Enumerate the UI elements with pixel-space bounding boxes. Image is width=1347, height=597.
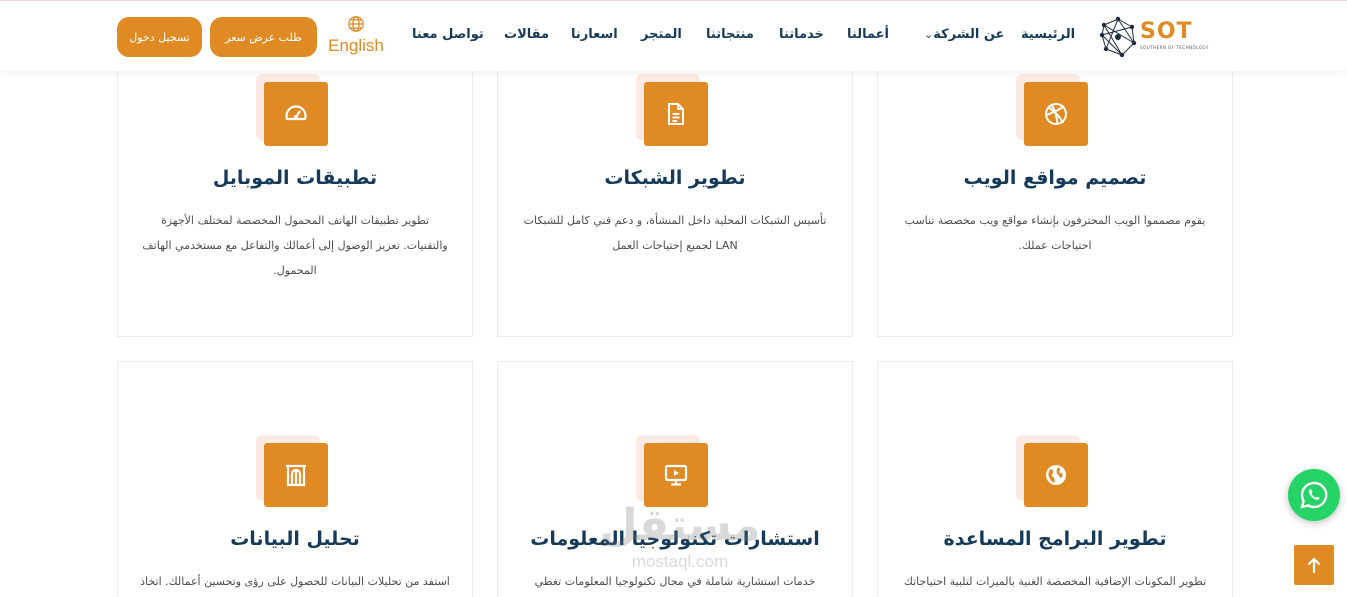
service-title: تطوير البرامج المساعدة (943, 528, 1167, 550)
service-card[interactable]: تطبيقات الموبايل تطوير تطبيقات الهاتف ال… (117, 40, 473, 337)
service-card[interactable]: تحليل البيانات استفد من تحليلات البيانات… (117, 361, 473, 597)
site-header: SOT SOUTHERN OF TECHNOLOGY الرئيسية ⌄عن … (0, 0, 1347, 71)
service-title: استشارات تكنولوجيا المعلومات (530, 528, 820, 550)
service-description: تطوير تطبيقات الهاتف المحمول المخصصة لمخ… (142, 214, 448, 277)
service-icon-wrap (636, 435, 708, 507)
arrow-up-icon (1307, 557, 1321, 574)
logo-subtext: SOUTHERN OF TECHNOLOGY (1140, 45, 1209, 50)
nav-pricing[interactable]: اسعارنا (571, 27, 618, 42)
service-icon-box (1024, 443, 1088, 507)
building-icon (286, 464, 306, 487)
service-title: تصميم مواقع الويب (963, 167, 1147, 189)
service-icon-wrap (1016, 435, 1088, 507)
nav-contact[interactable]: تواصل معنا (412, 27, 484, 42)
nav-about-chevron-icon: ⌄ (924, 28, 934, 41)
service-title: تحليل البيانات (230, 528, 360, 550)
service-card[interactable]: تصميم مواقع الويب يقوم مصمموا الويب المح… (877, 40, 1233, 337)
service-description: تأسيس الشبكات المحلية داخل المنشأة، و دع… (523, 214, 827, 252)
service-title: تطبيقات الموبايل (212, 167, 378, 189)
scroll-to-top-button[interactable] (1294, 545, 1334, 585)
service-icon-box (264, 443, 328, 507)
login-button[interactable]: تسجيل دخول (117, 17, 202, 57)
service-icon-box (644, 443, 708, 507)
service-card[interactable]: استشارات تكنولوجيا المعلومات خدمات استشا… (497, 361, 853, 597)
service-title: تطوير الشبكات (604, 167, 746, 189)
service-icon-wrap (256, 435, 328, 507)
service-card[interactable]: تطوير البرامج المساعدة تطوير المكونات ال… (877, 361, 1233, 597)
nav-articles[interactable]: مقالات (504, 27, 549, 42)
nav-services[interactable]: خدماتنا (779, 27, 824, 42)
nav-home[interactable]: الرئيسية (1021, 27, 1075, 42)
service-icon-box (644, 82, 708, 146)
nav-portfolio[interactable]: أعمالنا (847, 27, 889, 42)
network-logo-icon (1099, 16, 1137, 58)
logo-text: SOT (1140, 19, 1193, 44)
nav-about[interactable]: ⌄عن الشركة (920, 27, 1004, 42)
globe-icon (348, 16, 364, 32)
whatsapp-button[interactable] (1288, 469, 1340, 521)
service-icon-wrap (1016, 74, 1088, 146)
service-description: خدمات استشارية شاملة في مجال تكنولوجيا ا… (534, 575, 816, 588)
language-label: English (328, 36, 384, 55)
document-icon (668, 103, 684, 125)
presentation-icon (664, 464, 688, 486)
service-description: تطوير المكونات الإضافية المخصصة الغنية ب… (903, 575, 1207, 588)
service-icon-box (264, 82, 328, 146)
dribbble-icon (1045, 103, 1067, 125)
language-switcher[interactable]: English (326, 15, 386, 56)
service-card[interactable]: تطوير الشبكات تأسيس الشبكات المحلية داخل… (497, 40, 853, 337)
service-description: يقوم مصمموا الويب المحترفون بإنشاء مواقع… (904, 214, 1206, 252)
whatsapp-icon (1300, 481, 1328, 509)
nav-store[interactable]: المتجر (641, 27, 682, 42)
speedometer-icon (285, 105, 307, 121)
service-icon-box (1024, 82, 1088, 146)
service-icon-wrap (636, 74, 708, 146)
nav-products[interactable]: منتجاتنا (706, 27, 754, 42)
service-description: استفد من تحليلات البيانات للحصول على رؤى… (140, 575, 450, 588)
request-quote-button[interactable]: طلب عرض سعر (210, 17, 317, 57)
nav-about-label: عن الشركة (933, 27, 1005, 42)
globe-icon (1046, 465, 1066, 485)
service-icon-wrap (256, 74, 328, 146)
